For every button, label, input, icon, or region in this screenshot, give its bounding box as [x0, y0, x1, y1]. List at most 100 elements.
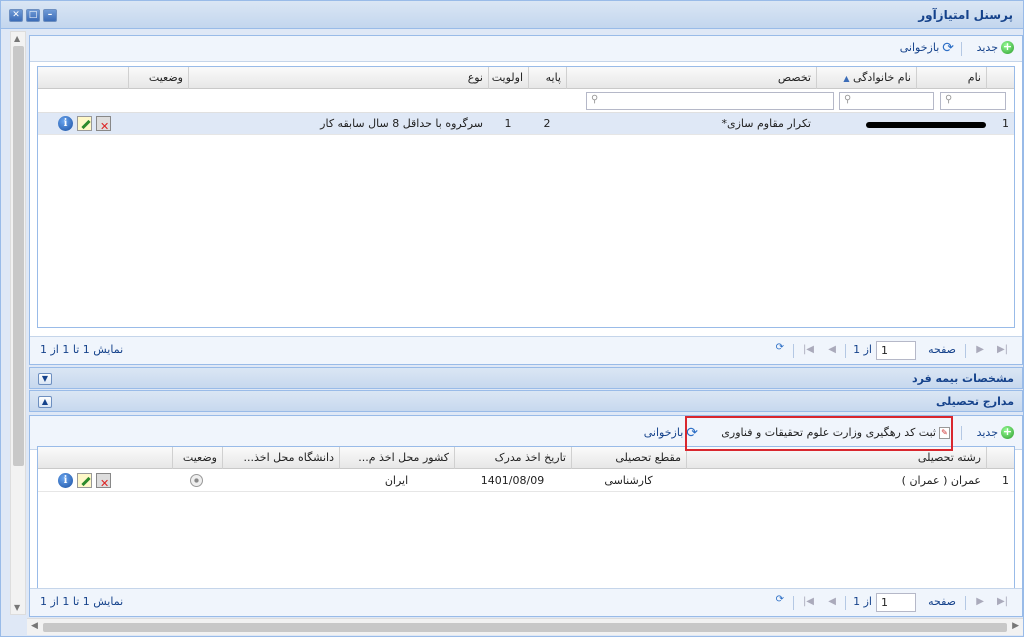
- col-actions: [36, 447, 172, 469]
- close-icon[interactable]: ✕: [9, 9, 23, 22]
- next-page-icon[interactable]: ▶: [976, 344, 984, 355]
- col-rownum: [986, 67, 1014, 89]
- cell-date: 1401/08/09: [480, 474, 545, 487]
- page-input[interactable]: 1: [876, 593, 916, 612]
- col-level[interactable]: مقطع تحصیلی: [571, 447, 686, 469]
- search-icon: ⚲: [844, 94, 852, 105]
- first-page-icon[interactable]: |◀: [803, 344, 814, 355]
- pager-education: ▶| ▶ صفحه 1 از 1 ◀ |◀ ⟳ نمایش 1 تا 1 از …: [30, 588, 1022, 616]
- delete-icon[interactable]: [96, 473, 111, 495]
- last-page-icon[interactable]: ▶|: [997, 596, 1008, 607]
- pager-personnel: ▶| ▶ صفحه 1 از 1 ◀ |◀ ⟳ نمایش 1 تا 1 از …: [30, 336, 1022, 364]
- col-last-name[interactable]: نام خانوادگی ▲: [816, 67, 916, 89]
- separator: [793, 344, 794, 358]
- separator: [965, 596, 966, 610]
- section-education-title: مدارج تحصیلی: [935, 395, 1014, 408]
- window-titlebar: پرسنل امتیازآور ✕ □ –: [1, 1, 1023, 29]
- section-insurance[interactable]: مشخصات بیمه فرد ▼: [29, 367, 1023, 389]
- first-page-icon[interactable]: |◀: [803, 596, 814, 607]
- refresh-icon[interactable]: ⟳: [776, 594, 784, 606]
- reload-button[interactable]: ⟳ بازخوانی: [899, 39, 954, 56]
- new-button-label: جدید: [976, 41, 998, 54]
- maximize-icon[interactable]: □: [26, 9, 40, 22]
- window-title: پرسنل امتیازآور: [918, 8, 1013, 22]
- row-number: 1: [1002, 117, 1009, 130]
- personnel-grid: نام نام خانوادگی ▲ تخصص پایه اولویت نوع …: [37, 66, 1015, 328]
- expand-icon[interactable]: ▼: [38, 373, 52, 385]
- col-type[interactable]: نوع: [188, 67, 488, 89]
- vertical-scrollbar[interactable]: ▲ ▼: [10, 31, 26, 615]
- info-icon[interactable]: i: [58, 116, 73, 131]
- col-base[interactable]: پایه: [528, 67, 566, 89]
- scrollbar-thumb[interactable]: [13, 46, 24, 466]
- filter-last-name[interactable]: ⚲: [839, 92, 934, 110]
- delete-icon[interactable]: [96, 116, 111, 138]
- cell-country: ایران: [384, 474, 409, 487]
- page-label: صفحه: [928, 595, 956, 608]
- minimize-icon[interactable]: –: [43, 9, 57, 22]
- cell-base: 2: [543, 117, 551, 130]
- col-status[interactable]: وضعیت: [128, 67, 188, 89]
- col-priority[interactable]: اولویت: [488, 67, 528, 89]
- row-actions: i: [58, 116, 111, 138]
- table-row[interactable]: 1 عمران ( عمران ) کارشناسی 1401/08/09 ای…: [38, 470, 1014, 495]
- add-icon: +: [1001, 40, 1014, 54]
- reload-button-label: بازخوانی: [643, 426, 684, 439]
- info-icon[interactable]: i: [58, 473, 73, 488]
- col-date[interactable]: تاریخ اخذ مدرک: [454, 447, 571, 469]
- status-icon: [190, 474, 203, 487]
- display-count: نمایش 1 تا 1 از 1: [40, 343, 124, 356]
- search-icon: ⚲: [945, 94, 953, 105]
- sort-asc-icon: ▲: [843, 74, 850, 83]
- page-input[interactable]: 1: [876, 341, 916, 360]
- personnel-panel: + جدید ⟳ بازخوانی نام نام خانوادگی ▲ تخص…: [29, 35, 1023, 365]
- col-actions: [36, 67, 128, 89]
- next-page-icon[interactable]: ▶: [976, 596, 984, 607]
- refresh-icon: ⟳: [942, 39, 954, 56]
- highlight-box: [685, 416, 953, 451]
- scroll-down-icon[interactable]: ▼: [14, 603, 20, 612]
- row-number: 1: [1002, 474, 1009, 487]
- prev-page-icon[interactable]: ◀: [828, 344, 836, 355]
- scroll-up-icon[interactable]: ▲: [14, 34, 20, 43]
- prev-page-icon[interactable]: ◀: [828, 596, 836, 607]
- new-button[interactable]: + جدید: [977, 41, 1014, 54]
- separator: [845, 344, 846, 358]
- page-of-label: از 1: [853, 595, 872, 608]
- scroll-right-icon[interactable]: ▶: [1012, 621, 1019, 631]
- separator: [961, 42, 962, 56]
- redacted-name: [866, 122, 986, 128]
- separator: [845, 596, 846, 610]
- col-first-name[interactable]: نام: [916, 67, 986, 89]
- cell-field: عمران ( عمران ): [901, 474, 981, 487]
- cell-priority: 1: [504, 117, 512, 130]
- refresh-icon[interactable]: ⟳: [776, 342, 784, 354]
- cell-type: سرگروه با حداقل 8 سال سابقه کار: [320, 117, 483, 130]
- filter-first-name[interactable]: ⚲: [940, 92, 1006, 110]
- page-of-label: از 1: [853, 343, 872, 356]
- edit-icon[interactable]: [77, 473, 92, 488]
- horizontal-scrollbar[interactable]: ◀ ▶: [27, 618, 1023, 635]
- scrollbar-thumb[interactable]: [43, 623, 1007, 632]
- col-specialty[interactable]: تخصص: [566, 67, 816, 89]
- filter-specialty[interactable]: ⚲: [586, 92, 834, 110]
- last-page-icon[interactable]: ▶|: [997, 344, 1008, 355]
- col-country[interactable]: کشور محل اخذ م...: [339, 447, 454, 469]
- col-university[interactable]: دانشگاه محل اخذ...: [222, 447, 339, 469]
- section-insurance-title: مشخصات بیمه فرد: [912, 372, 1014, 385]
- scroll-left-icon[interactable]: ◀: [31, 621, 38, 631]
- table-row[interactable]: 1 تکرار مقاوم سازی* 2 1 سرگروه با حداقل …: [38, 113, 1014, 138]
- collapse-icon[interactable]: ▲: [38, 396, 52, 408]
- cell-specialty: تکرار مقاوم سازی*: [721, 117, 812, 130]
- edit-icon[interactable]: [77, 116, 92, 131]
- section-education[interactable]: مدارج تحصیلی ▲: [29, 390, 1023, 412]
- separator: [961, 426, 962, 440]
- separator: [965, 344, 966, 358]
- separator: [793, 596, 794, 610]
- filter-row: ⚲ ⚲ ⚲: [38, 89, 1014, 113]
- page-label: صفحه: [928, 343, 956, 356]
- add-icon: +: [1001, 425, 1014, 439]
- reload-button-label: بازخوانی: [899, 41, 940, 54]
- col-status[interactable]: وضعیت: [172, 447, 222, 469]
- new-education-button[interactable]: + جدید: [977, 426, 1014, 439]
